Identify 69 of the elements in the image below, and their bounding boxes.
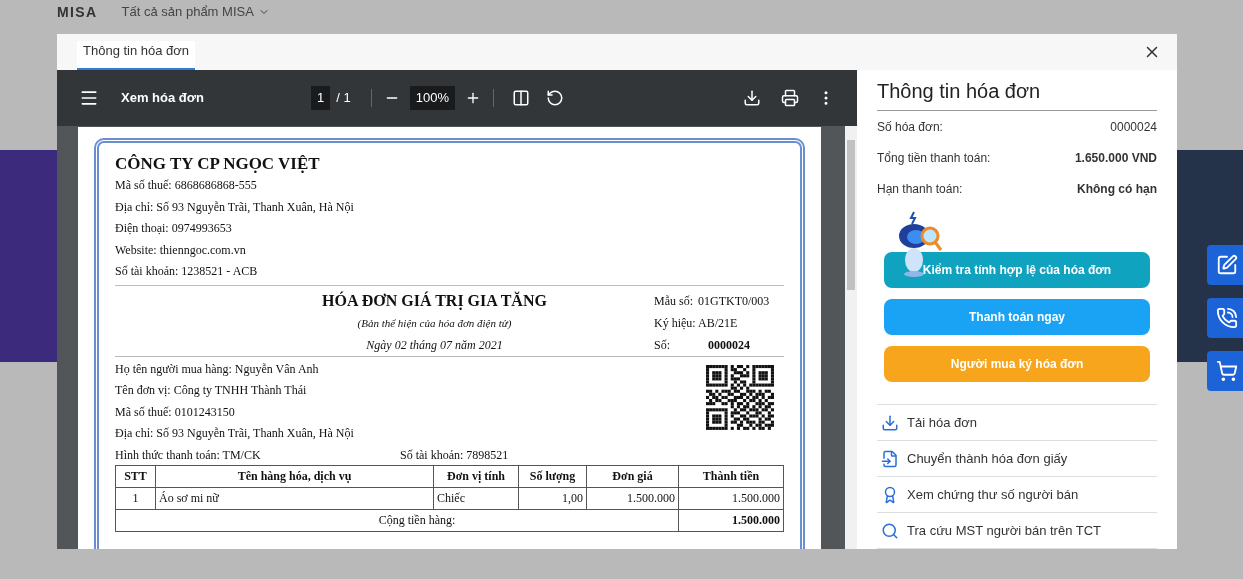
table-header: Đơn vị tính	[433, 465, 519, 487]
table-cell: 1.500.000	[678, 487, 784, 509]
invoice-date: Ngày 02 tháng 07 năm 2021	[366, 336, 503, 354]
field-value: 1.650.000 VND	[1074, 149, 1157, 167]
qr-code	[706, 364, 774, 433]
table-header: Thành tiền	[678, 465, 784, 487]
menu-icon[interactable]	[79, 88, 99, 108]
info-title: Thông tin hóa đơn	[877, 70, 1157, 111]
total-label: Cộng tiền hàng:	[115, 509, 679, 531]
field-value: 0000024	[1110, 118, 1157, 136]
page-count: / 1	[336, 89, 351, 108]
table-cell: Áo sơ mi nữ	[155, 487, 434, 509]
call-button[interactable]	[1207, 298, 1243, 338]
meta-label: Số:	[654, 336, 671, 354]
table-header: Đơn giá	[586, 465, 679, 487]
scrollbar[interactable]	[845, 126, 857, 549]
seller-info: Điện thoại: 0974993653	[115, 220, 233, 237]
meta-value: 01GTKT0/003	[698, 292, 770, 310]
action-link[interactable]: Chuyển thành hóa đơn giấy	[877, 441, 1157, 477]
table-cell: Chiếc	[433, 487, 519, 509]
meta-value: AB/21E	[698, 314, 738, 332]
rotate-icon[interactable]	[545, 89, 564, 107]
payment-method: Hình thức thanh toán: TM/CK	[115, 446, 262, 464]
seller-info: Mã số thuế: 6868686868-555	[115, 177, 258, 194]
table-header: Tên hàng hóa, dịch vụ	[155, 465, 434, 487]
edit-button[interactable]	[1207, 245, 1243, 285]
logo: MISA	[57, 3, 98, 22]
table-header: STT	[115, 465, 156, 487]
meta-value: 0000024	[708, 336, 750, 354]
table-cell: 1,00	[518, 487, 587, 509]
file-icon	[881, 449, 899, 468]
action-link[interactable]: Xem chứng thư số người bán	[877, 477, 1157, 513]
products-menu[interactable]: Tất cả sản phẩm MISA	[121, 2, 270, 22]
field-label: Hạn thanh toán:	[877, 180, 963, 198]
cart-button[interactable]	[1207, 351, 1243, 391]
dialog-tab[interactable]: Thông tin hóa đơn	[77, 40, 196, 70]
invoice-title: HÓA ĐƠN GIÁ TRỊ GIA TĂNG	[322, 290, 547, 312]
seller-info: Địa chỉ: Số 93 Nguyễn Trãi, Thanh Xuân, Hà Nội	[115, 198, 355, 216]
table-header: Số lượng	[518, 465, 587, 487]
cart-icon	[1216, 360, 1238, 382]
field-label: Số hóa đơn:	[877, 118, 943, 136]
meta-label: Ký hiệu:	[654, 314, 697, 332]
buyer-info: Tên đơn vị: Công ty TNHH Thành Thái	[115, 382, 308, 399]
buyer-info: Mã số thuế: 0101243150	[115, 403, 236, 421]
action-link[interactable]: Tải hóa đơn	[877, 405, 1157, 441]
phone-icon	[1216, 307, 1238, 329]
buyer-info: Họ tên người mua hàng: Nguyễn Vân Anh	[115, 360, 320, 378]
seller-name: CÔNG TY CP NGỌC VIỆT	[115, 153, 321, 175]
field-value: Không có hạn	[1077, 180, 1157, 198]
pen-square-icon	[1216, 254, 1238, 276]
seller-info: Số tài khoản: 1238521 - ACB	[115, 263, 259, 280]
seller-info: Website: thienngoc.com.vn	[115, 241, 247, 259]
viewer-title: Xem hóa đơn	[121, 89, 205, 108]
print-icon[interactable]	[781, 89, 799, 107]
field-label: Tổng tiền thanh toán:	[877, 149, 991, 167]
fit-page-icon[interactable]	[511, 89, 530, 107]
page-field[interactable]: 1	[311, 86, 331, 110]
meta-label: Mẫu số:	[654, 292, 694, 310]
action-link[interactable]: Tra cứu MST người bán trên TCT	[877, 513, 1157, 549]
zoom-field[interactable]: 100%	[409, 86, 455, 110]
buyer-info: Địa chỉ: Số 93 Nguyễn Trãi, Thanh Xuân, Hà Nội	[115, 425, 355, 442]
total-value: 1.500.000	[678, 509, 784, 531]
table-cell: 1.500.000	[586, 487, 679, 509]
download-icon[interactable]	[743, 89, 761, 107]
table-cell: 1	[115, 487, 156, 509]
download-icon	[881, 413, 899, 432]
buyer-account: Số tài khoản: 7898521	[400, 446, 509, 464]
invoice-subtitle: (Bản thể hiện của hóa đơn điện tử)	[357, 315, 512, 331]
search-icon	[881, 521, 899, 540]
